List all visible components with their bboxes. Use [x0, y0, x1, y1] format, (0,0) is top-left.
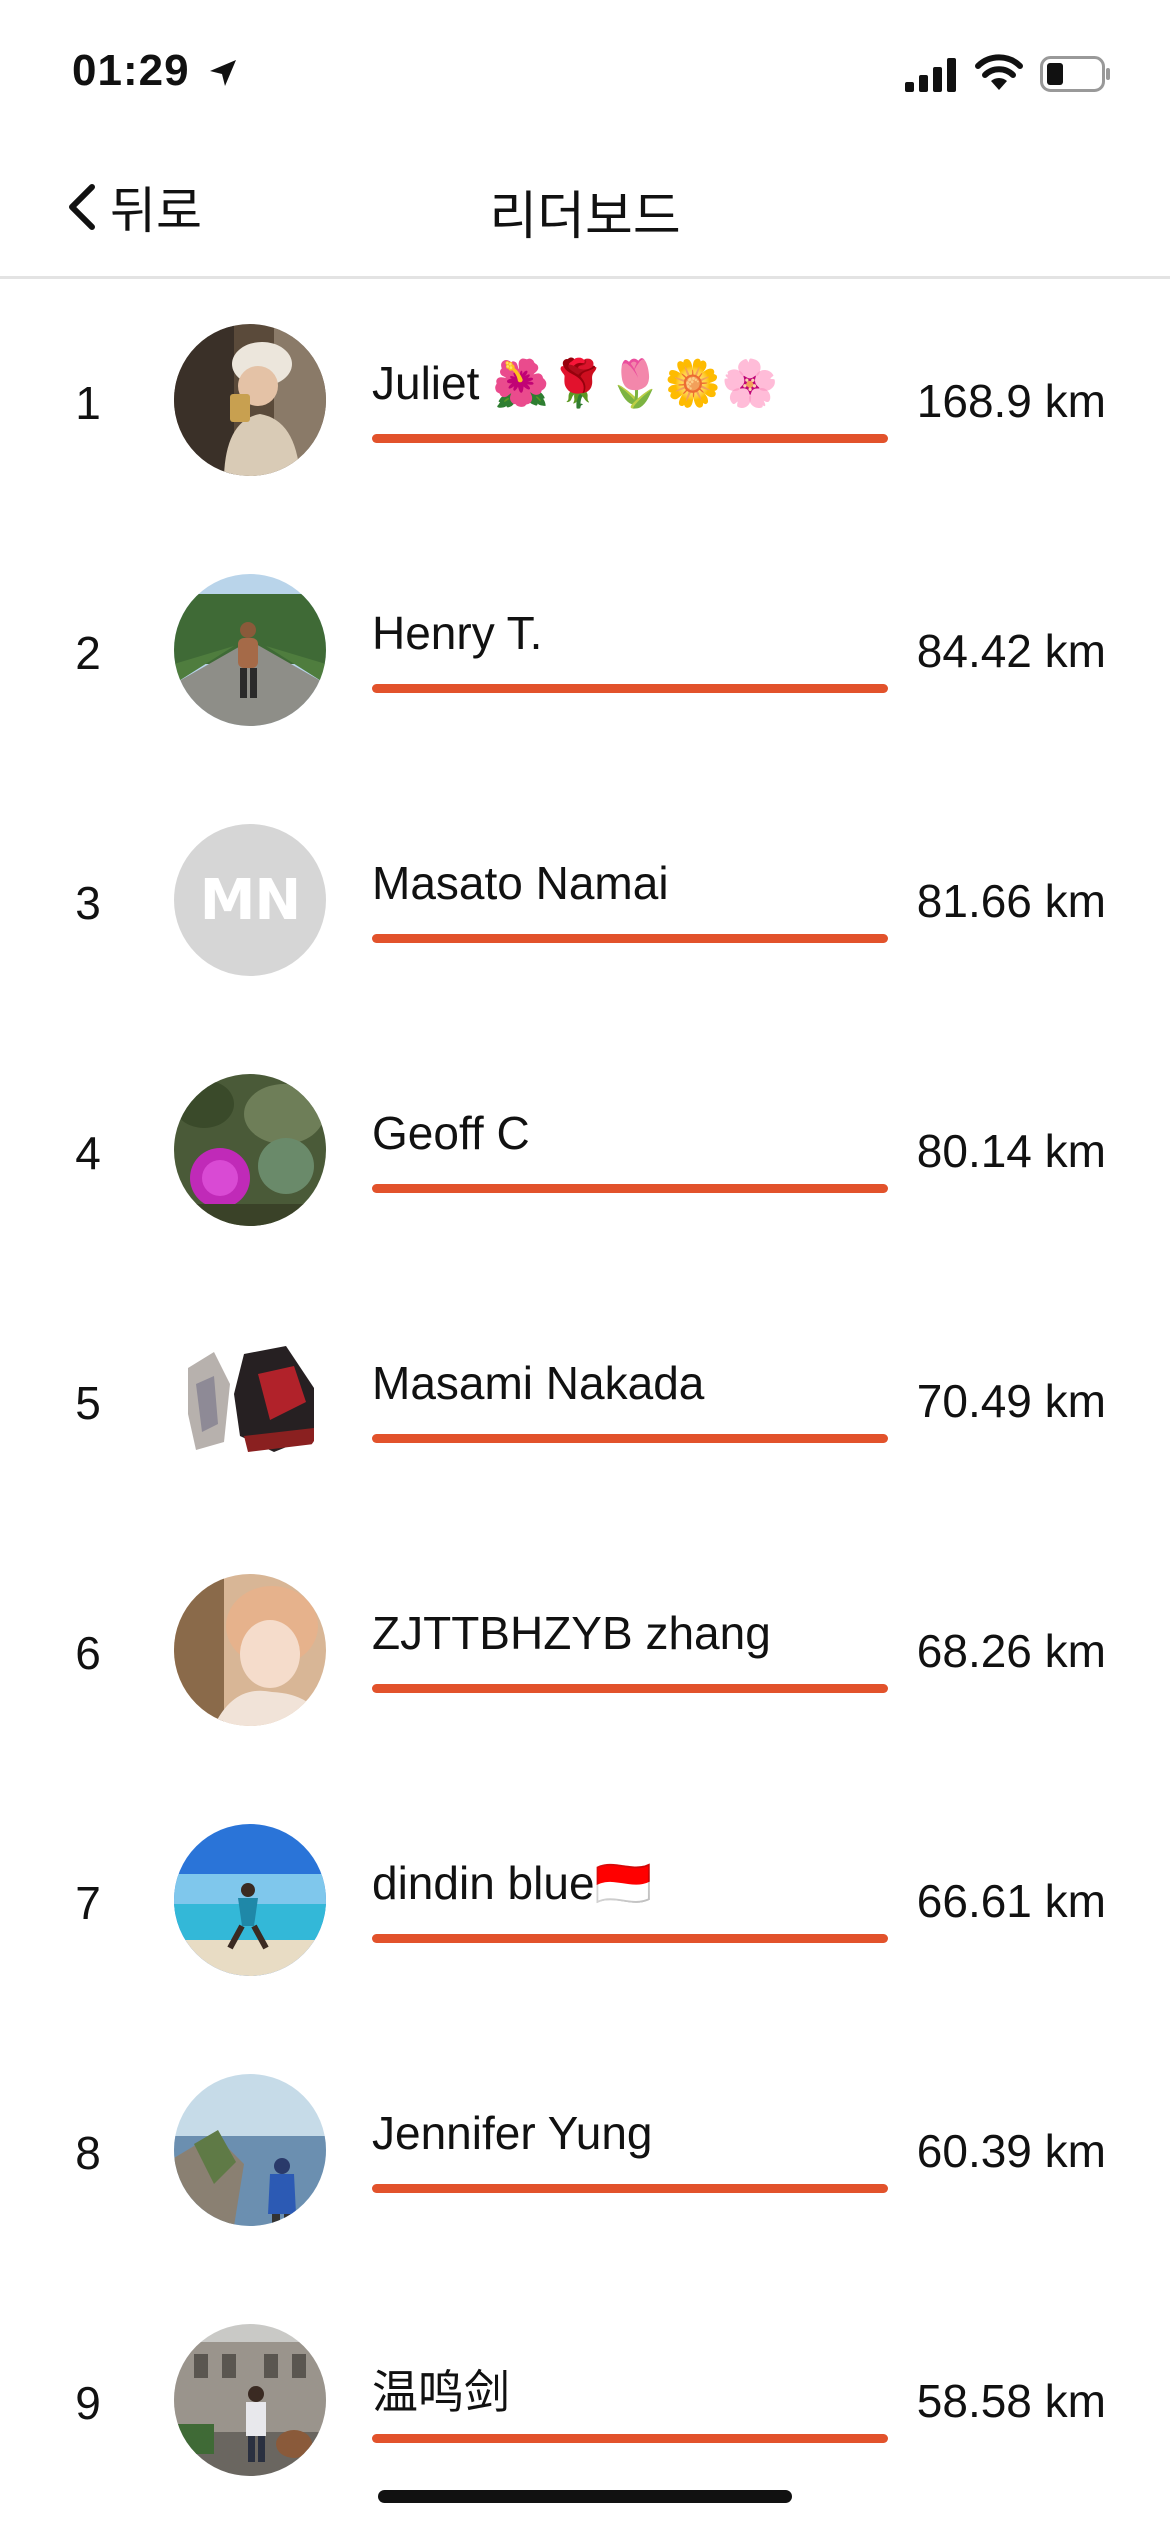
distance-progress-bar [372, 2184, 888, 2193]
rank-number: 6 [75, 1627, 101, 1679]
avatar-photo-icon [174, 2074, 326, 2226]
status-bar: 01:29 [0, 0, 1170, 150]
rank-number: 9 [75, 2377, 101, 2429]
rank-number: 2 [75, 627, 101, 679]
home-indicator [378, 2490, 792, 2503]
leaderboard-row[interactable]: 8 Jennifer Yung 60.39 km [0, 2026, 1170, 2276]
avatar-photo-icon [174, 1074, 326, 1226]
avatar[interactable] [174, 1074, 326, 1226]
avatar[interactable] [174, 2324, 326, 2476]
distance-progress-bar [372, 2434, 888, 2443]
leaderboard-row[interactable]: 7 dindin blue🇮🇩 66.61 km [0, 1776, 1170, 2026]
status-time: 01:29 [72, 46, 190, 95]
leaderboard-row[interactable]: 3 MN Masato Namai 81.66 km [0, 776, 1170, 1026]
leaderboard-row[interactable]: 6 ZJTTBHZYB zhang 68.26 km [0, 1526, 1170, 1776]
athlete-name: Jennifer Yung [372, 2107, 653, 2159]
leaderboard-row[interactable]: 1 Juliet 🌺🌹🌷🌼🌸 168.9 km [0, 276, 1170, 526]
athlete-name: Geoff C [372, 1107, 530, 1159]
distance-value: 70.49 km [916, 1375, 1106, 1427]
leaderboard-row[interactable]: 4 Geoff C 80.14 km [0, 1026, 1170, 1276]
leaderboard-row[interactable]: 9 温鸣剑 58.58 km [0, 2276, 1170, 2526]
avatar[interactable] [174, 1324, 326, 1476]
page-title: 리더보드 [489, 188, 681, 246]
distance-value: 58.58 km [916, 2375, 1106, 2427]
avatar[interactable]: MN [174, 824, 326, 976]
avatar[interactable] [174, 574, 326, 726]
avatar-photo-icon [174, 2324, 326, 2476]
cellular-signal-icon [905, 58, 956, 92]
rank-number: 8 [75, 2127, 101, 2179]
wifi-icon [975, 54, 1023, 90]
athlete-name: Juliet 🌺🌹🌷🌼🌸 [372, 357, 779, 409]
rank-number: 4 [75, 1127, 101, 1179]
battery-icon [1040, 56, 1110, 92]
distance-progress-bar [372, 934, 888, 943]
rank-number: 5 [75, 1377, 101, 1429]
distance-progress-bar [372, 1934, 888, 1943]
avatar-initials: MN [174, 824, 326, 976]
athlete-name: dindin blue🇮🇩 [372, 1857, 652, 1909]
location-arrow-icon [210, 60, 236, 86]
distance-value: 60.39 km [916, 2125, 1106, 2177]
distance-progress-bar [372, 1684, 888, 1693]
avatar-photo-icon [174, 1324, 326, 1476]
distance-progress-bar [372, 434, 888, 443]
navigation-bar: 뒤로 리더보드 [0, 150, 1170, 279]
distance-progress-bar [372, 1184, 888, 1193]
distance-progress-bar [372, 684, 888, 693]
athlete-name: Masato Namai [372, 857, 669, 909]
avatar[interactable] [174, 324, 326, 476]
avatar[interactable] [174, 1824, 326, 1976]
distance-value: 168.9 km [916, 375, 1106, 427]
distance-progress-bar [372, 1434, 888, 1443]
avatar-photo-icon [174, 324, 326, 476]
athlete-name: 温鸣剑 [372, 2366, 510, 2418]
avatar[interactable] [174, 1574, 326, 1726]
avatar-photo-icon [174, 1574, 326, 1726]
leaderboard-row[interactable]: 5 Masami Nakada 70.49 km [0, 1276, 1170, 1526]
avatar-photo-icon [174, 574, 326, 726]
distance-value: 84.42 km [916, 625, 1106, 677]
avatar[interactable] [174, 2074, 326, 2226]
distance-value: 68.26 km [916, 1625, 1106, 1677]
athlete-name: Henry T. [372, 607, 543, 659]
distance-value: 80.14 km [916, 1125, 1106, 1177]
rank-number: 7 [75, 1877, 101, 1929]
rank-number: 1 [75, 377, 101, 429]
avatar-photo-icon [174, 1824, 326, 1976]
leaderboard-row[interactable]: 2 Henry T. 84.42 km [0, 526, 1170, 776]
distance-value: 66.61 km [916, 1875, 1106, 1927]
rank-number: 3 [75, 877, 101, 929]
distance-value: 81.66 km [916, 875, 1106, 927]
athlete-name: ZJTTBHZYB zhang [372, 1607, 771, 1659]
athlete-name: Masami Nakada [372, 1357, 705, 1409]
